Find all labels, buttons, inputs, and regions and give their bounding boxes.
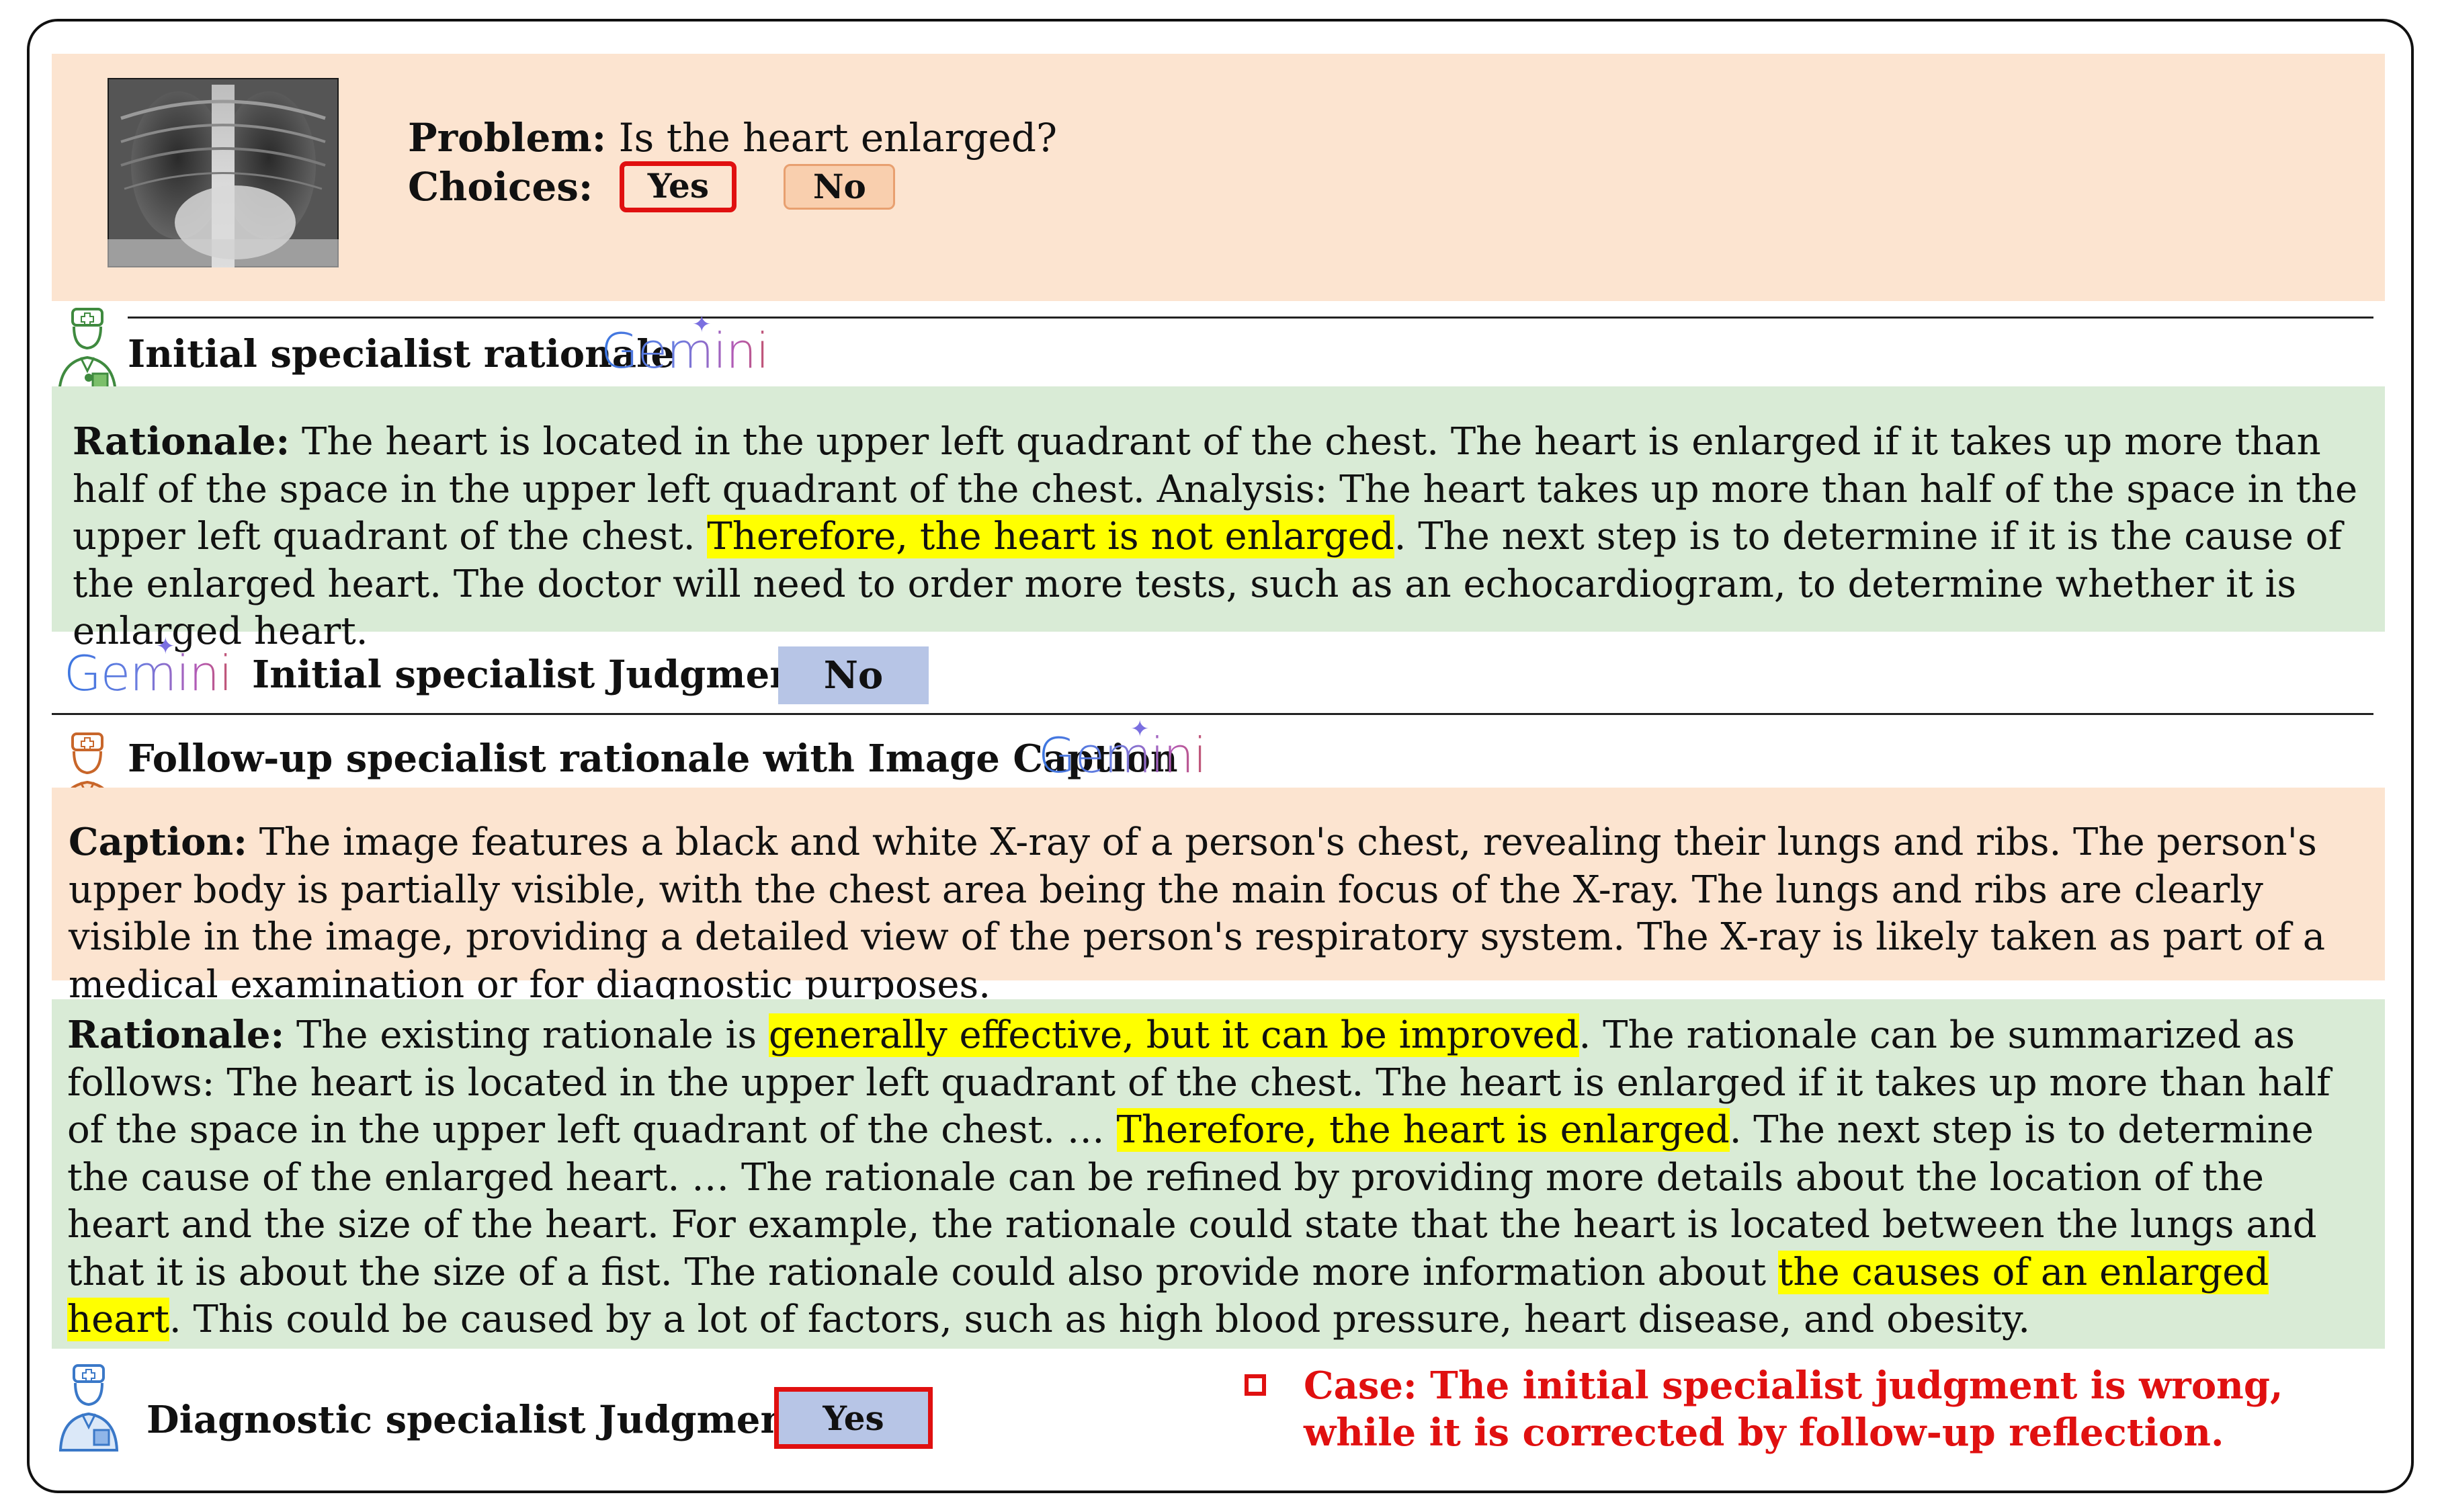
initial-judgment-value: No — [778, 646, 929, 704]
doctor-blue-icon — [58, 1364, 119, 1452]
caption-body: The image features a black and white X-r… — [69, 821, 2326, 1007]
initial-rationale-text: Rationale: The heart is located in the u… — [73, 418, 2364, 656]
initial-rationale-title: Initial specialist rationale — [128, 332, 675, 376]
followup-rationale-label: Rationale: — [67, 1013, 285, 1057]
gemini-logo-2: Gemini — [64, 645, 233, 702]
choices-label: Choices: — [408, 164, 593, 210]
followup-rationale-title: Follow-up specialist rationale with Imag… — [128, 737, 1178, 781]
choice-yes-button[interactable]: Yes — [620, 161, 737, 212]
choice-no-button[interactable]: No — [784, 164, 896, 210]
case-checkbox-icon — [1245, 1374, 1266, 1396]
problem-label: Problem: — [408, 115, 607, 161]
initial-judgment-title: Initial specialist Judgment — [252, 653, 814, 697]
divider-line — [128, 317, 2373, 319]
gemini-sparkle-icon: ✦ — [1130, 716, 1150, 743]
problem-panel — [52, 54, 2385, 301]
followup-rationale-highlight2: Therefore, the heart is enlarged — [1116, 1108, 1730, 1152]
doctor-green-icon — [57, 308, 118, 395]
followup-rationale-part1: The existing rationale is — [284, 1013, 769, 1057]
caption-text: Caption: The image features a black and … — [69, 818, 2384, 1009]
followup-rationale-highlight1: generally effective, but it can be impro… — [768, 1013, 1579, 1057]
caption-label: Caption: — [69, 820, 247, 864]
initial-rationale-label: Rationale: — [73, 419, 290, 464]
diagnostic-judgment-title: Diagnostic specialist Judgment — [146, 1398, 805, 1442]
case-note-line1: Case: The initial specialist judgment is… — [1304, 1363, 2283, 1408]
gemini-sparkle-icon: ✦ — [156, 633, 175, 660]
case-note: Case: The initial specialist judgment is… — [1304, 1362, 2283, 1456]
choices-row: Choices: Yes No — [408, 161, 896, 212]
divider-line — [52, 713, 2373, 715]
initial-rationale-highlight: Therefore, the heart is not enlarged — [707, 515, 1394, 558]
chest-xray-image — [108, 78, 339, 267]
diagnostic-judgment-value: Yes — [774, 1387, 933, 1449]
gemini-logo-3: Gemini — [1038, 727, 1207, 784]
problem-question: Is the heart enlarged? — [618, 115, 1058, 161]
gemini-sparkle-icon: ✦ — [692, 311, 712, 338]
followup-rationale-part4: . This could be caused by a lot of facto… — [169, 1298, 2031, 1341]
gemini-logo-1: Gemini — [601, 323, 769, 379]
problem-line: Problem: Is the heart enlarged? — [408, 116, 1057, 160]
case-note-line2: while it is corrected by follow-up refle… — [1304, 1411, 2224, 1455]
followup-rationale-text: Rationale: The existing rationale is gen… — [67, 1011, 2372, 1344]
